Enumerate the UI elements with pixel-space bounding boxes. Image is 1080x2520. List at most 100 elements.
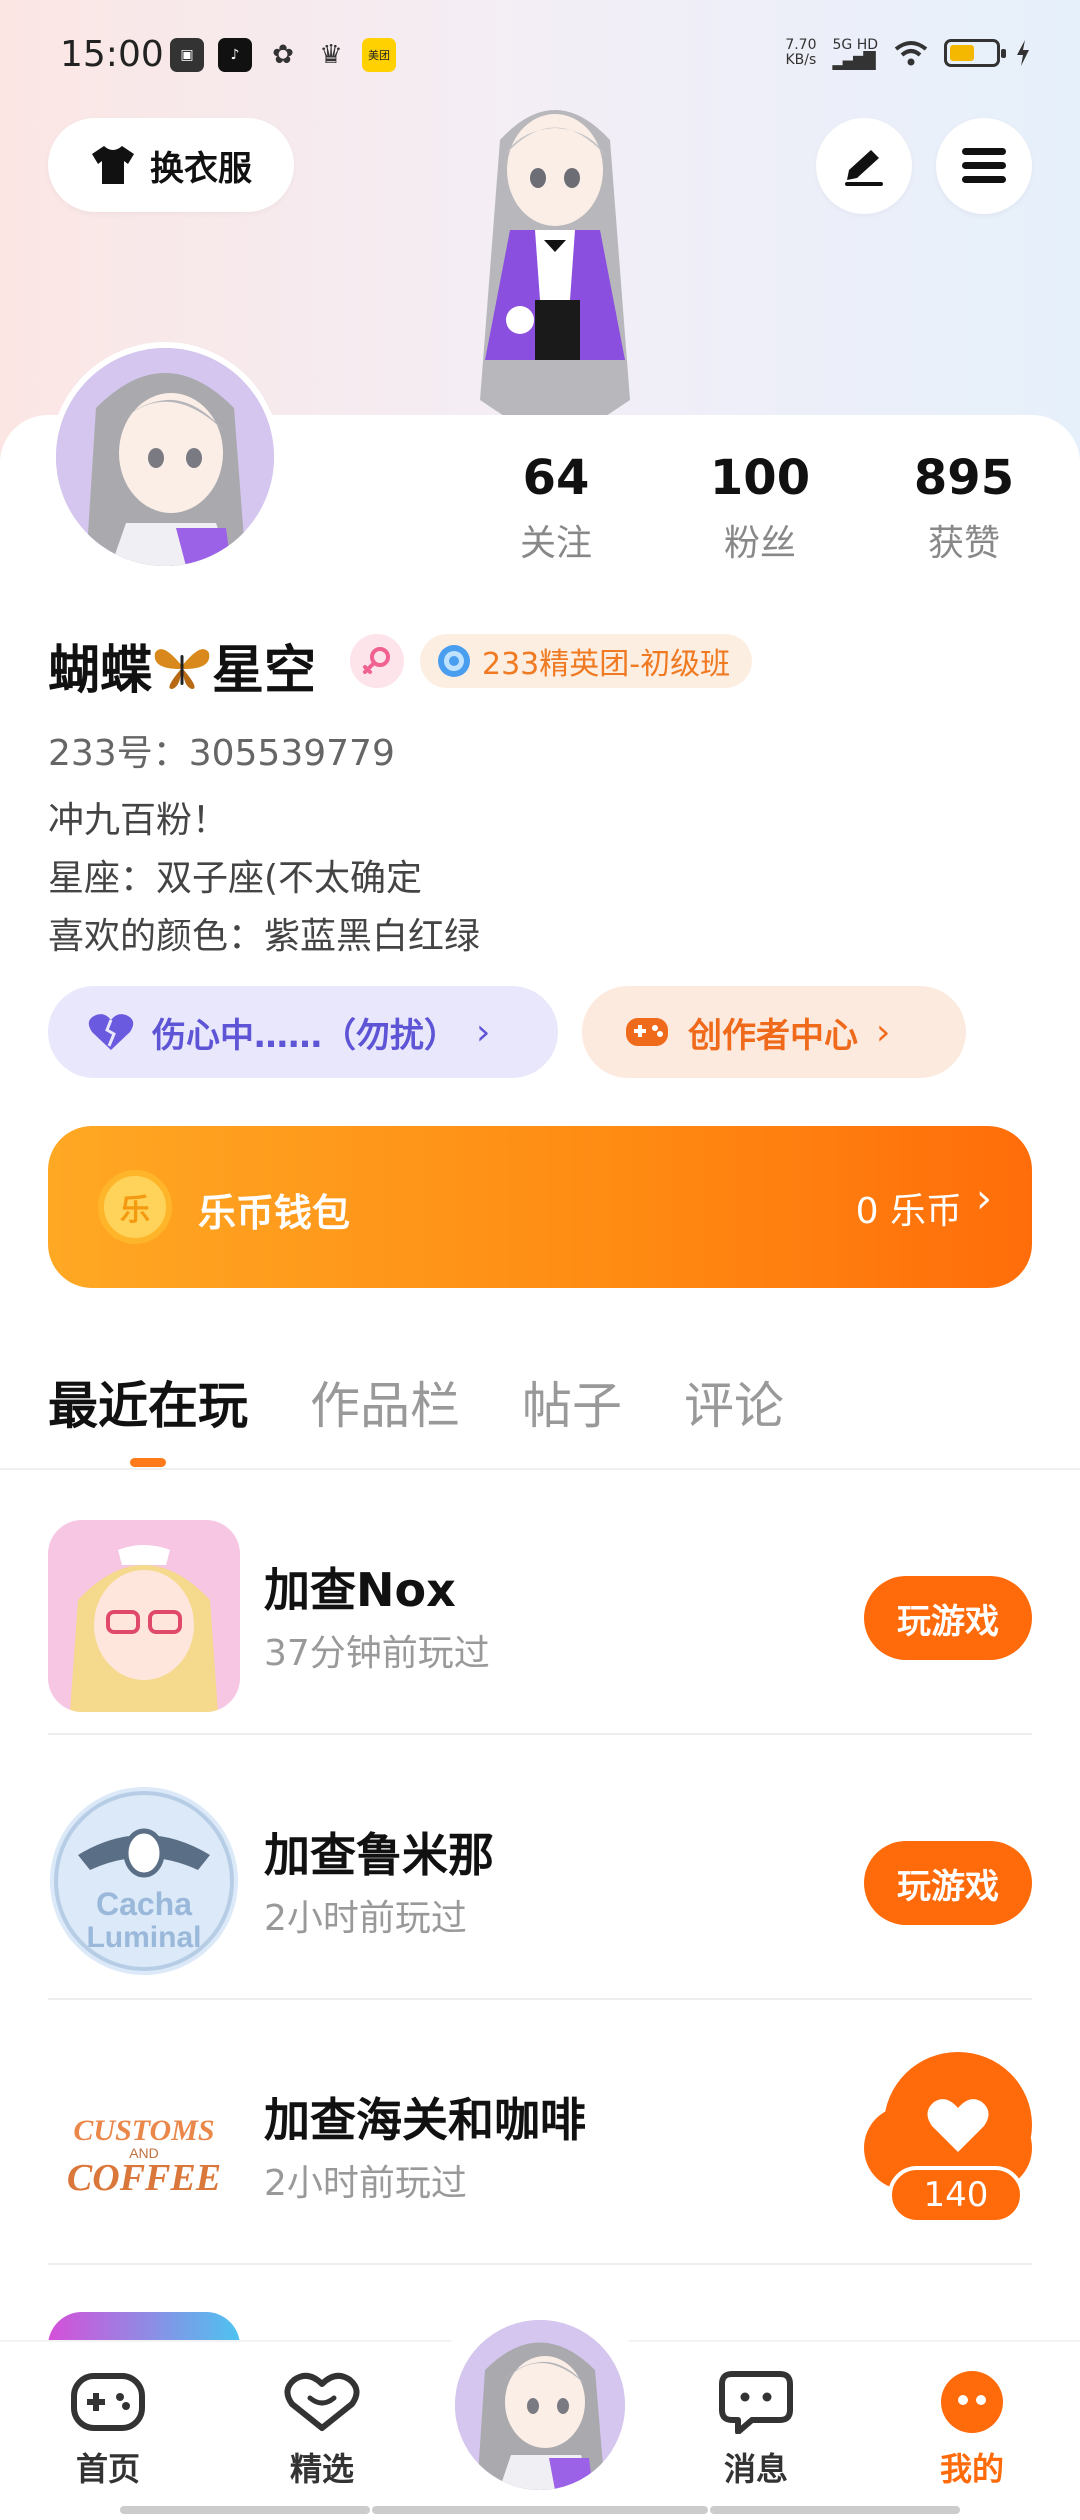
message-icon [719,2371,793,2435]
elite-team-badge[interactable]: 233精英团-初级班 [420,634,753,688]
pen-icon [845,150,883,186]
tab-posts[interactable]: 帖子 [522,1366,622,1438]
likes-label: 获赞 [927,523,1000,564]
nav-me[interactable]: 我的 [892,2370,1052,2490]
meituan-icon: 美团 [362,38,396,72]
bio-line: 喜欢的颜色：紫蓝黑白红绿 [48,916,481,957]
tshirt-icon [92,146,134,184]
status-time: 15:00 [60,34,164,75]
status-app-icons: ▣ ♪ ✿ ♛ 美团 [170,38,396,72]
baidu-icon: ✿ [272,40,294,70]
svg-text:COFFEE: COFFEE [67,2157,221,2199]
heart-icon [927,2099,989,2152]
hamburger-menu-icon [962,148,1006,183]
cat-app-icon: ▣ [170,38,204,72]
battery-icon [944,39,1006,67]
play-game-button[interactable]: 玩游戏 [864,1576,1032,1660]
tiktok-icon: ♪ [218,38,252,72]
nav-me-label: 我的 [939,2450,1004,2488]
svg-text:CUSTOMS: CUSTOMS [73,2114,214,2147]
game-name: 加查海关和咖啡 [264,2093,586,2147]
heart-chat-icon [284,2372,360,2431]
wallet-card[interactable]: 乐 乐币钱包 0 乐币 › [48,1126,1032,1288]
nav-messages-label: 消息 [723,2450,788,2488]
menu-button[interactable] [936,118,1032,214]
active-tab-indicator [130,1458,166,1467]
last-played-time: 2小时前玩过 [264,2163,467,2204]
bio: 冲九百粉！ 星座：双子座(不太确定 喜欢的颜色：紫蓝黑白红绿 [48,792,480,966]
followers-label: 粉丝 [723,523,796,564]
last-played-time: 2小时前玩过 [264,1898,467,1939]
svg-text:Luminal: Luminal [86,1921,201,1954]
status-bar: 15:00 ▣ ♪ ✿ ♛ 美团 7.70 KB/s 5G HD ▂▄▆█ [0,0,1080,110]
game-row[interactable]: Cacha Luminal 加查鲁米那 2小时前玩过 玩游戏 [48,1735,1032,2000]
home-indicator [120,2506,370,2514]
username: 蝴蝶 星空 [48,641,317,701]
stat-following[interactable]: 64 关注 [456,450,656,566]
home-indicator [710,2506,960,2514]
chevron-right-icon: › [876,1011,891,1053]
game-name: 加查鲁米那 [264,1828,494,1882]
following-count: 64 [522,450,590,506]
bio-line: 冲九百粉！ [48,800,229,841]
likes-count: 895 [913,450,1015,506]
charging-icon [1017,40,1029,66]
play-game-button[interactable]: 玩游戏 [864,1841,1032,1925]
nav-home[interactable]: 首页 [28,2370,188,2490]
game-name: 加查Nox [264,1563,456,1617]
home-indicator [372,2506,708,2514]
nav-featured[interactable]: 精选 [242,2370,402,2490]
me-icon [941,2371,1003,2433]
tab-recently-played[interactable]: 最近在玩 [48,1366,248,1438]
creator-center-label: 创作者中心 [688,1015,858,1056]
tab-comments[interactable]: 评论 [684,1366,784,1438]
butterfly-icon [154,648,210,689]
broken-heart-icon [88,1014,134,1050]
stat-likes[interactable]: 895 获赞 [864,450,1064,566]
edit-profile-button[interactable] [816,118,912,214]
signal-icon: 5G HD ▂▄▆█ [832,37,878,70]
net-speed: 7.70 KB/s [785,37,817,68]
wallet-label: 乐币钱包 [198,1191,351,1235]
wifi-icon [894,41,928,66]
crown-icon: ♛ [319,40,343,70]
gamepad-icon [71,2373,145,2431]
chevron-right-icon: › [476,1011,491,1053]
followers-count: 100 [709,450,811,506]
avatar-image [455,2320,625,2490]
wallet-balance: 0 乐币 [855,1191,962,1232]
chevron-right-icon: › [976,1176,992,1222]
game-row[interactable]: 加查Nox 37分钟前玩过 玩游戏 [48,1470,1032,1735]
svg-text:Cacha: Cacha [96,1886,192,1922]
coin-icon: 乐 [98,1170,172,1244]
creator-center-button[interactable]: 创作者中心 › [582,986,966,1078]
change-outfit-button[interactable]: 换衣服 [48,118,294,212]
elite-team-label: 233精英团-初级班 [482,647,731,682]
profile-avatar[interactable] [50,342,280,572]
female-gender-badge [350,634,404,688]
change-outfit-label: 换衣服 [150,148,252,189]
status-indicators: 7.70 KB/s 5G HD ▂▄▆█ [785,37,1030,70]
stat-followers[interactable]: 100 粉丝 [660,450,860,566]
user-id: 233号：305539779 [48,733,395,774]
center-avatar-button[interactable] [455,2320,625,2490]
mood-status-button[interactable]: 伤心中……（勿扰） › [48,986,558,1078]
nav-messages[interactable]: 消息 [676,2370,836,2490]
gamepad-icon [626,1018,668,1046]
avatar-character-figure[interactable] [440,100,670,420]
profile-tabs: 最近在玩 作品栏 帖子 评论 [48,1366,784,1438]
tab-works[interactable]: 作品栏 [310,1366,460,1438]
following-label: 关注 [519,523,592,564]
game-icon-gacha-luminal: Cacha Luminal [48,1785,240,1977]
bio-line: 星座：双子座(不太确定 [48,858,423,899]
divider [48,2263,1032,2265]
last-played-time: 37分钟前玩过 [264,1633,490,1674]
game-icon-customs-coffee: CUSTOMS AND COFFEE [48,2050,240,2242]
like-count: 140 [888,2166,1024,2224]
medal-icon [438,645,470,677]
nav-home-label: 首页 [75,2450,140,2488]
mood-status-label: 伤心中……（勿扰） [152,1015,458,1056]
avatar-image [56,348,274,566]
female-icon [363,647,390,674]
nav-featured-label: 精选 [289,2450,354,2488]
